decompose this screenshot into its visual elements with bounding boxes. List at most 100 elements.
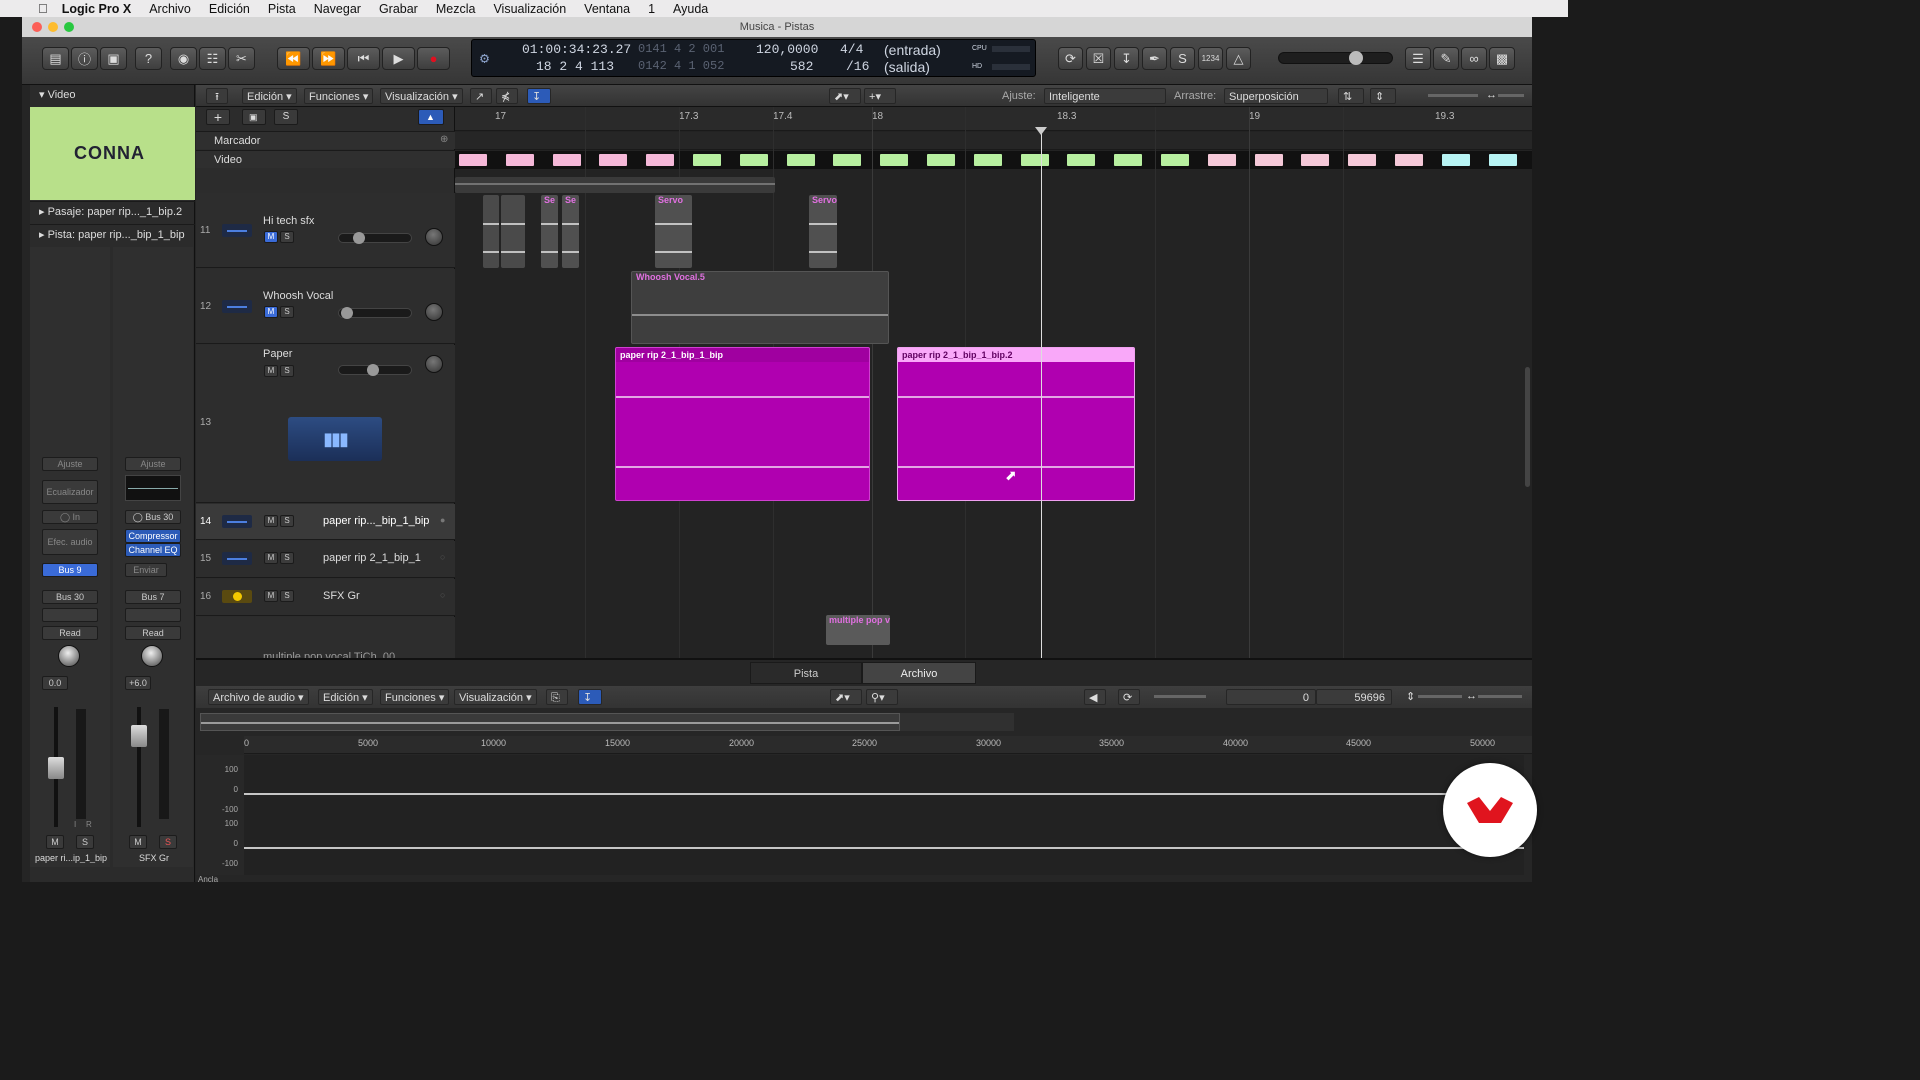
region-inspector-header[interactable]: ▸ Pasaje: paper rip..._1_bip.2	[30, 201, 195, 223]
solo-button[interactable]: S	[280, 590, 294, 602]
notepad-button[interactable]: ✎	[1433, 47, 1459, 70]
list-editors-button[interactable]: ☰	[1405, 47, 1431, 70]
waveform-zoom-button[interactable]: ⇅	[1338, 88, 1364, 104]
new-folder-button[interactable]: ▣	[242, 109, 266, 125]
editor-pointer-tool[interactable]: ⬈▾	[830, 689, 862, 705]
track-name[interactable]: Hi tech sfx	[263, 215, 314, 227]
minimize-icon[interactable]	[48, 22, 58, 32]
loops-button[interactable]: ∞	[1461, 47, 1487, 70]
editor-horizontal-zoom[interactable]	[1478, 695, 1522, 698]
audio-region-paper-1[interactable]: paper rip 2_1_bip_1_bip	[615, 347, 870, 501]
solo-button[interactable]: S	[280, 515, 294, 527]
master-volume-thumb[interactable]	[1349, 51, 1363, 65]
editor-zoom-tool[interactable]: ⚲▾	[866, 689, 898, 705]
strip2-solo[interactable]: S	[159, 835, 177, 849]
apple-icon[interactable]: 	[38, 1, 48, 16]
volume-slider[interactable]	[338, 232, 412, 244]
ruler[interactable]: 17 17.3 17.4 18 18.3 19 19.3	[455, 107, 1532, 131]
tracks-menu-edicion[interactable]: Edición ▾	[242, 88, 297, 104]
strip1-fader[interactable]	[48, 757, 64, 779]
editor-menu-edicion[interactable]: Edición ▾	[318, 689, 373, 705]
lcd-signature[interactable]: 4/4	[840, 42, 863, 57]
autopunch-button[interactable]: ↧	[1114, 47, 1139, 70]
editor-catch-button[interactable]: ↧	[578, 689, 602, 705]
inspector-button[interactable]: ⓘ	[71, 47, 98, 70]
back-button[interactable]: ⭱	[206, 88, 228, 104]
count-in-button[interactable]: 1234	[1198, 47, 1223, 70]
strip2-input[interactable]: ◯ Bus 30	[125, 510, 181, 524]
tracks-menu-funciones[interactable]: Funciones ▾	[304, 88, 374, 104]
record-button[interactable]: ●	[417, 47, 450, 70]
editor-menu-visualizacion[interactable]: Visualización ▾	[454, 689, 537, 705]
metronome-button[interactable]: △	[1226, 47, 1251, 70]
video-section-header[interactable]: ▾ Video	[30, 85, 195, 107]
snap-select[interactable]: Inteligente	[1044, 88, 1166, 104]
forward-button[interactable]: ⏩	[312, 47, 345, 70]
mute-button[interactable]: M	[264, 552, 278, 564]
arrange-area[interactable]: 17 17.3 17.4 18 18.3 19 19.3 Se Se Servo…	[455, 107, 1532, 670]
menu-archivo[interactable]: Archivo	[149, 2, 191, 16]
strip2-eq-display[interactable]	[125, 475, 181, 501]
replace-button[interactable]: ☒	[1086, 47, 1111, 70]
region-above[interactable]	[455, 177, 775, 193]
pointer-tool[interactable]: ⬈▾	[829, 88, 861, 104]
track-header-11[interactable]: 11 Hi tech sfx M S	[196, 193, 455, 268]
help-button[interactable]: ?	[135, 47, 162, 70]
audio-region-se-1[interactable]: Se	[541, 195, 558, 268]
track-name[interactable]: paper rip 2_1_bip_1	[323, 552, 421, 564]
audio-region-servo-1[interactable]: Servo	[655, 195, 692, 268]
volume-slider[interactable]	[338, 307, 412, 319]
editor-end-field[interactable]: 59696	[1316, 689, 1392, 705]
toolbar-button[interactable]: ▣	[100, 47, 127, 70]
mute-button[interactable]: M	[264, 365, 278, 377]
strip1-eq[interactable]: Ecualizador	[42, 480, 98, 504]
editor-overview[interactable]	[200, 713, 900, 731]
strip1-pan-knob[interactable]	[58, 645, 80, 667]
editor-loop-button[interactable]: ⟳	[1118, 689, 1140, 705]
strip1-output[interactable]: Bus 30	[42, 590, 98, 604]
audio-region-whoosh[interactable]: Whoosh Vocal.5	[631, 271, 889, 344]
vertical-zoom-slider[interactable]	[1428, 94, 1478, 97]
pan-knob[interactable]	[425, 355, 443, 373]
menu-ventana[interactable]: Ventana	[584, 2, 630, 16]
menu-mezcla[interactable]: Mezcla	[436, 2, 476, 16]
audio-region-pop[interactable]: multiple pop v	[826, 615, 890, 645]
marker-track-header[interactable]: Marcador ⊕	[196, 131, 455, 149]
play-button[interactable]: ▶	[382, 47, 415, 70]
lcd-division[interactable]: /16	[846, 59, 869, 74]
menu-edicion[interactable]: Edición	[209, 2, 250, 16]
tab-pista[interactable]: Pista	[750, 662, 862, 684]
smart-controls-button[interactable]: ◉	[170, 47, 197, 70]
track-header-13[interactable]: 13 Paper M S ▮▮▮	[196, 345, 455, 503]
track-header-17[interactable]: multiple pop vocal TiCh_00	[196, 617, 455, 659]
menu-visualizacion[interactable]: Visualización	[493, 2, 566, 16]
solo-button[interactable]: S	[280, 365, 294, 377]
editor-vertical-zoom[interactable]	[1418, 695, 1462, 698]
tuner-button[interactable]: ✒	[1142, 47, 1167, 70]
menu-navegar[interactable]: Navegar	[314, 2, 361, 16]
volume-slider-thumb[interactable]	[341, 307, 353, 319]
solo-button[interactable]: S	[280, 552, 294, 564]
editors-button[interactable]: ✂	[228, 47, 255, 70]
editor-mark-button[interactable]: ⎘	[546, 689, 568, 705]
mixer-button[interactable]: ☷	[199, 47, 226, 70]
video-lane[interactable]	[455, 151, 1532, 169]
add-marker-icon[interactable]: ⊕	[440, 134, 448, 145]
playhead[interactable]	[1041, 131, 1042, 670]
record-enable-icon[interactable]: ○	[440, 590, 445, 600]
solo-button[interactable]: S	[1170, 47, 1195, 70]
strip2-plugin-eq[interactable]: Channel EQ	[125, 543, 181, 557]
menu-pista[interactable]: Pista	[268, 2, 296, 16]
vertical-scrollbar[interactable]	[1525, 367, 1530, 487]
strip2-setting[interactable]: Ajuste	[125, 457, 181, 471]
volume-slider[interactable]	[338, 364, 412, 376]
strip2-automation[interactable]: Read	[125, 626, 181, 640]
strip1-mute[interactable]: M	[46, 835, 64, 849]
solo-button[interactable]: S	[280, 231, 294, 243]
strip1-automation[interactable]: Read	[42, 626, 98, 640]
track-name[interactable]: Whoosh Vocal	[263, 290, 333, 302]
strip1-setting[interactable]: Ajuste	[42, 457, 98, 471]
go-to-start-button[interactable]: ⏮	[347, 47, 380, 70]
browser-button[interactable]: ▩	[1489, 47, 1515, 70]
zoom-icon[interactable]	[64, 22, 74, 32]
